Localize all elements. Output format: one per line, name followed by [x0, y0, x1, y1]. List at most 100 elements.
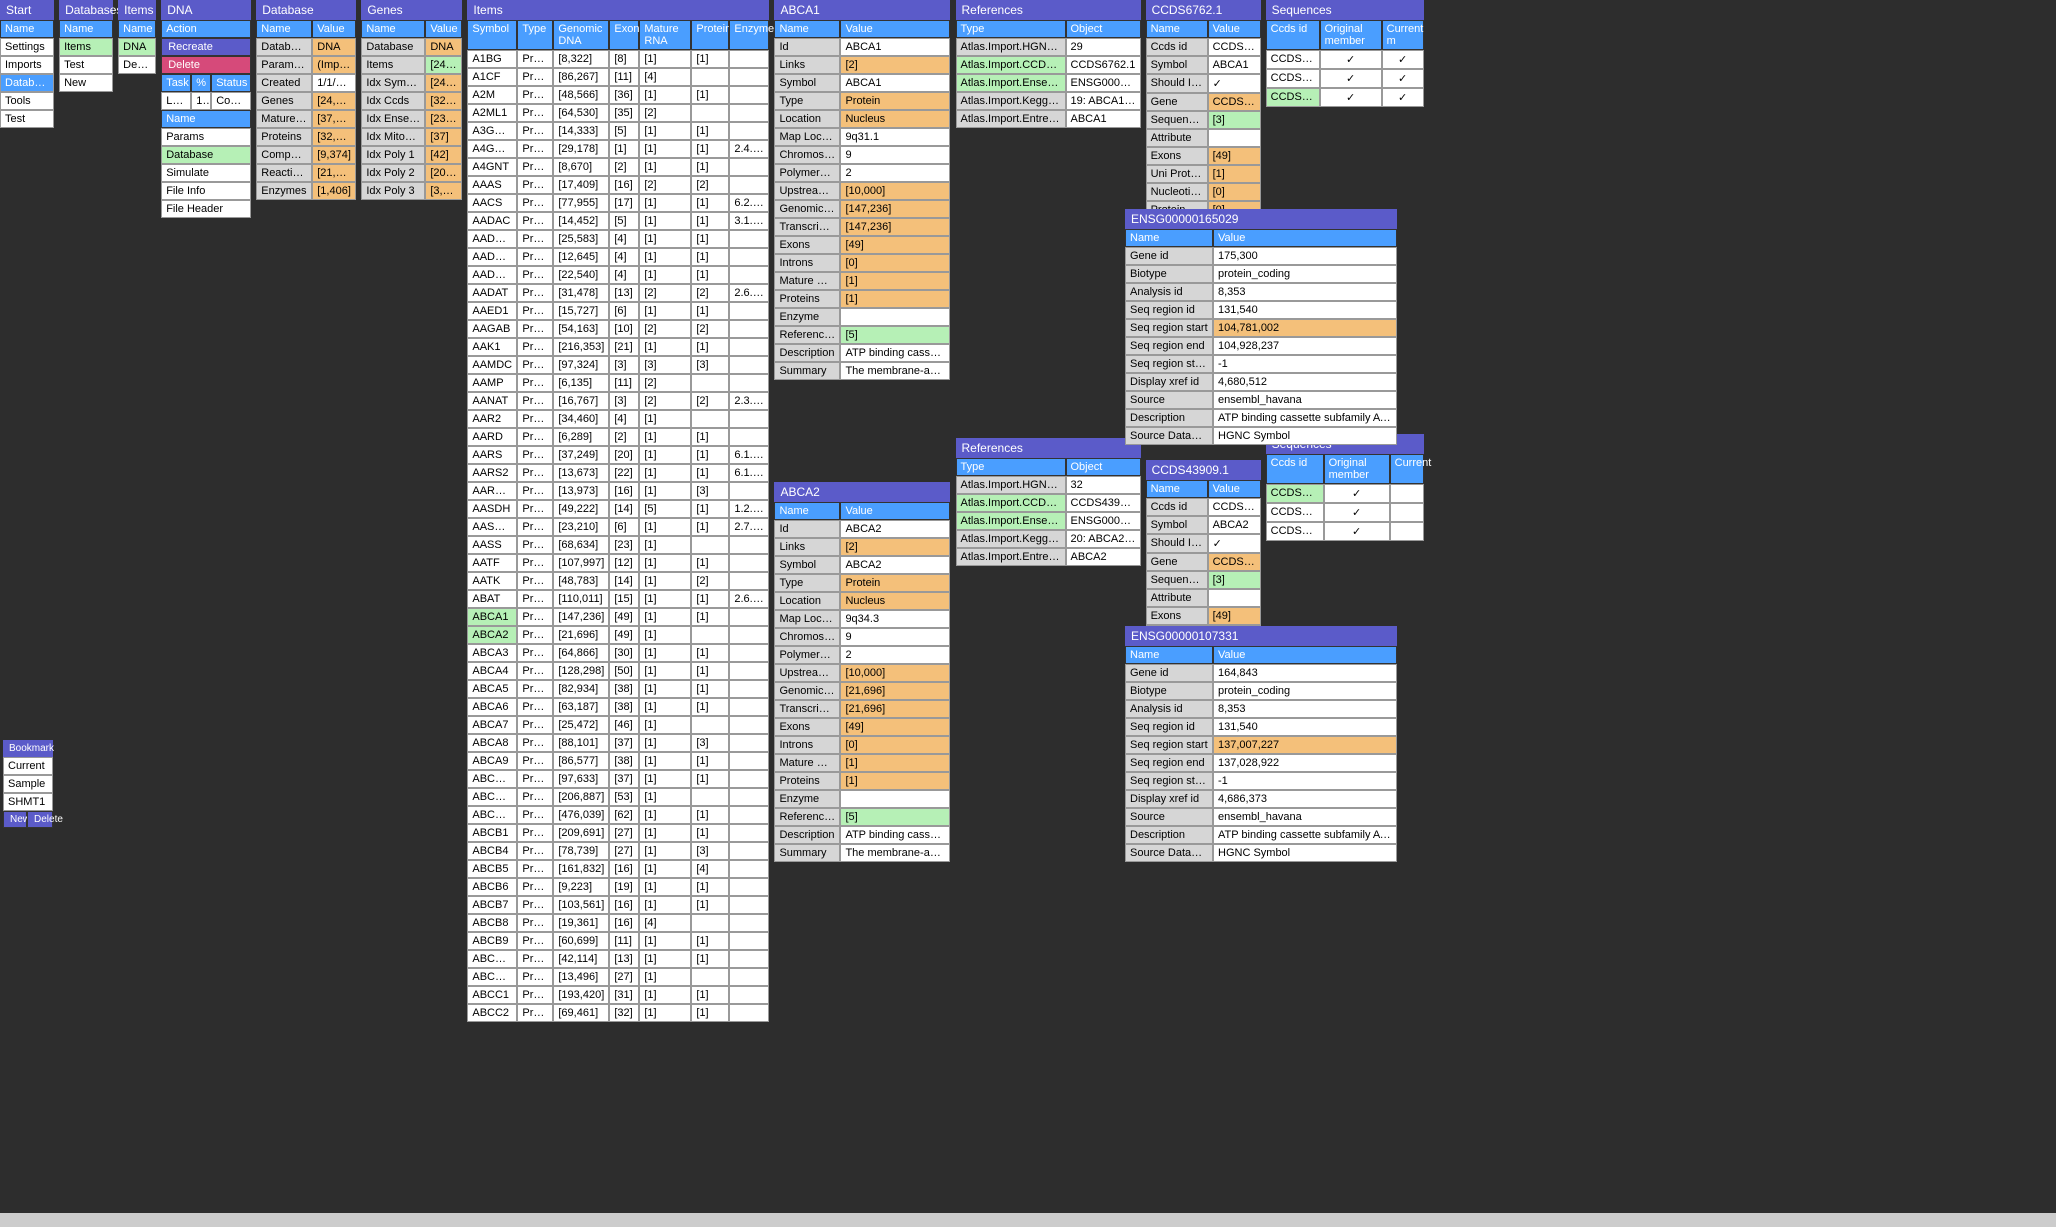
items-cell[interactable]: Protein	[517, 158, 553, 176]
kv-value[interactable]: 137,028,922	[1213, 754, 1397, 772]
items-cell[interactable]	[729, 626, 769, 644]
items-cell[interactable]: AATK	[467, 572, 517, 590]
items-cell[interactable]: [4]	[609, 248, 639, 266]
kv-value[interactable]: ABCA1	[840, 74, 950, 92]
items-cell[interactable]: AARSD1	[467, 482, 517, 500]
items-cell[interactable]: ABCC1	[467, 986, 517, 1004]
items-cell[interactable]: [476,039]	[553, 806, 609, 824]
kv-value[interactable]: [3]	[1208, 111, 1261, 129]
items-cell[interactable]: 2.4.1.228	[729, 140, 769, 158]
items-cell[interactable]: [82,934]	[553, 680, 609, 698]
items-cell[interactable]	[729, 104, 769, 122]
items-cell[interactable]	[729, 932, 769, 950]
items-cell[interactable]: [1]	[691, 500, 729, 518]
items-cell[interactable]: [1]	[691, 986, 729, 1004]
seq-cur[interactable]	[1390, 503, 1424, 522]
items-cell[interactable]	[729, 878, 769, 896]
kv-value[interactable]: 104,928,237	[1213, 337, 1397, 355]
items-cell[interactable]: Protein	[517, 950, 553, 968]
items-cell[interactable]: [10]	[609, 320, 639, 338]
items-cell[interactable]: [8,670]	[553, 158, 609, 176]
items-cell[interactable]: [3]	[609, 356, 639, 374]
kv-value[interactable]: [23,126]	[425, 110, 462, 128]
items-cell[interactable]: [14,452]	[553, 212, 609, 230]
items-cell[interactable]: ABCA6	[467, 698, 517, 716]
items-cell[interactable]: Protein	[517, 914, 553, 932]
kv-value[interactable]: The membrane-associated p	[840, 844, 950, 862]
items-cell[interactable]: Protein	[517, 104, 553, 122]
items-cell[interactable]	[729, 86, 769, 104]
items-cell[interactable]: [14]	[609, 572, 639, 590]
items-cell[interactable]: [21,696]	[553, 626, 609, 644]
items-cell[interactable]	[729, 158, 769, 176]
items-cell[interactable]: [22,540]	[553, 266, 609, 284]
kv-value[interactable]: Nucleus	[840, 592, 950, 610]
kv-value[interactable]: [9,374]	[312, 146, 356, 164]
items-cell[interactable]: [1]	[639, 734, 691, 752]
items-cell[interactable]: Protein	[517, 806, 553, 824]
items-cell[interactable]: [68,634]	[553, 536, 609, 554]
items-cell[interactable]: AASS	[467, 536, 517, 554]
items-cell[interactable]: Protein	[517, 752, 553, 770]
items-cell[interactable]: [1]	[639, 824, 691, 842]
kv-value[interactable]: [32,343]	[312, 128, 356, 146]
items-cell[interactable]: [9,223]	[553, 878, 609, 896]
items-cell[interactable]: [209,691]	[553, 824, 609, 842]
items-cell[interactable]: [20]	[609, 446, 639, 464]
items-cell[interactable]: [23,210]	[553, 518, 609, 536]
list-item[interactable]: Simulate	[161, 164, 251, 182]
items-cell[interactable]: Protein	[517, 50, 553, 68]
items-cell[interactable]	[729, 410, 769, 428]
items-cell[interactable]: [3]	[609, 392, 639, 410]
items-cell[interactable]: [1]	[609, 140, 639, 158]
items-cell[interactable]: [8]	[609, 50, 639, 68]
list-item[interactable]: File Info	[161, 182, 251, 200]
items-cell[interactable]: [35]	[609, 104, 639, 122]
items-cell[interactable]: [21]	[609, 338, 639, 356]
items-cell[interactable]: [13]	[609, 950, 639, 968]
kv-value[interactable]: (ImportPar	[312, 56, 356, 74]
kv-value[interactable]: [42]	[425, 146, 462, 164]
items-cell[interactable]: Protein	[517, 590, 553, 608]
items-cell[interactable]: [1]	[691, 806, 729, 824]
ref-obj[interactable]: ENSG00000165029	[1066, 74, 1141, 92]
items-cell[interactable]	[729, 428, 769, 446]
items-cell[interactable]: [5]	[639, 500, 691, 518]
items-cell[interactable]	[729, 302, 769, 320]
kv-value[interactable]: [37,958]	[312, 110, 356, 128]
items-cell[interactable]: [49]	[609, 626, 639, 644]
items-cell[interactable]: ABCB6	[467, 878, 517, 896]
items-cell[interactable]: ABCA13	[467, 806, 517, 824]
items-cell[interactable]	[729, 770, 769, 788]
items-cell[interactable]	[729, 536, 769, 554]
items-cell[interactable]: [128,298]	[553, 662, 609, 680]
items-cell[interactable]: [3]	[691, 356, 729, 374]
items-cell[interactable]	[729, 986, 769, 1004]
items-cell[interactable]	[729, 356, 769, 374]
items-cell[interactable]: [64,866]	[553, 644, 609, 662]
items-cell[interactable]: Protein	[517, 410, 553, 428]
items-cell[interactable]	[729, 716, 769, 734]
items-cell[interactable]: [27]	[609, 842, 639, 860]
items-cell[interactable]: [22]	[609, 464, 639, 482]
items-cell[interactable]: [1]	[639, 302, 691, 320]
items-cell[interactable]: [1]	[691, 644, 729, 662]
kv-value[interactable]: [49]	[1208, 147, 1261, 165]
items-cell[interactable]: [1]	[691, 266, 729, 284]
items-cell[interactable]: AADAC	[467, 212, 517, 230]
items-hdr-4[interactable]: Mature RNA	[639, 20, 691, 50]
items-cell[interactable]: Protein	[517, 968, 553, 986]
kv-value[interactable]: [32,514]	[425, 92, 462, 110]
seq-cur[interactable]	[1390, 484, 1424, 503]
kv-value[interactable]: [37]	[425, 128, 462, 146]
items-cell[interactable]: 2.7.8.7	[729, 518, 769, 536]
items-cell[interactable]	[729, 950, 769, 968]
items-cell[interactable]: ABCA3	[467, 644, 517, 662]
items-cell[interactable]: A2ML1	[467, 104, 517, 122]
items-cell[interactable]: [1]	[639, 986, 691, 1004]
kv-value[interactable]: 1/1/0001 1	[312, 74, 356, 92]
items-cell[interactable]: [2]	[691, 320, 729, 338]
items-cell[interactable]: [63,187]	[553, 698, 609, 716]
items-cell[interactable]	[729, 320, 769, 338]
items-cell[interactable]: ABCB9	[467, 932, 517, 950]
